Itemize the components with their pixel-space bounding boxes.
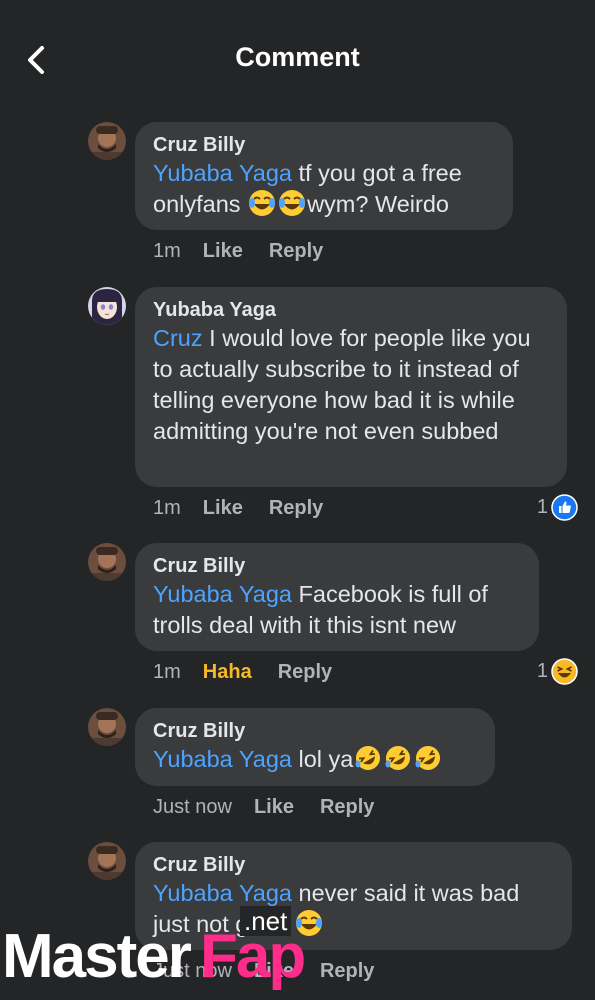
comment-actions: 1m Haha Reply: [153, 661, 332, 684]
haha-reaction-button[interactable]: Haha: [203, 661, 252, 684]
mention-link[interactable]: Cruz: [153, 325, 203, 351]
watermark-text-master: Master: [2, 922, 192, 991]
comment-body-end: wym? Weirdo: [307, 191, 449, 217]
comment-text: Yubaba Yaga lol ya: [153, 744, 477, 775]
comment-author[interactable]: Cruz Billy: [153, 132, 495, 158]
reaction-summary[interactable]: 1: [537, 658, 578, 685]
comment-author[interactable]: Cruz Billy: [153, 718, 477, 744]
comment-bubble: Cruz Billy Yubaba Yaga Facebook is full …: [135, 543, 539, 651]
comment-time: 1m: [153, 240, 181, 262]
joy-emoji-icon: [248, 189, 276, 217]
comment-actions: Just now Like Reply: [153, 796, 374, 819]
comment-author[interactable]: Yubaba Yaga: [153, 297, 549, 323]
avatar[interactable]: [88, 122, 126, 160]
mention-link[interactable]: Yubaba Yaga: [153, 160, 292, 186]
mention-link[interactable]: Yubaba Yaga: [153, 880, 292, 906]
watermark-text-suffix: .net: [240, 906, 292, 936]
rofl-emoji-icon: [384, 744, 412, 772]
comment-actions: 1m Like Reply: [153, 497, 323, 520]
thumbs-up-reaction-icon: [551, 494, 578, 521]
reply-button[interactable]: Reply: [269, 497, 323, 520]
like-button[interactable]: Like: [203, 240, 243, 263]
reaction-summary[interactable]: 1: [537, 494, 578, 521]
like-button[interactable]: Like: [254, 796, 294, 819]
watermark-logo: Master Fap .net: [0, 906, 330, 992]
comment-bubble: Cruz Billy Yubaba Yaga tf you got a free…: [135, 122, 513, 230]
reply-button[interactable]: Reply: [320, 796, 374, 819]
haha-reaction-icon: [551, 658, 578, 685]
avatar[interactable]: [88, 543, 126, 581]
like-button[interactable]: Like: [203, 497, 243, 520]
avatar[interactable]: [88, 842, 126, 880]
avatar[interactable]: [88, 287, 126, 325]
reaction-count: 1: [536, 660, 548, 682]
comment-text: Yubaba Yaga Facebook is full of trolls d…: [153, 579, 521, 641]
mention-link[interactable]: Yubaba Yaga: [153, 581, 292, 607]
reply-button[interactable]: Reply: [278, 661, 332, 684]
comment-time: 1m: [153, 661, 181, 683]
comment-time: Just now: [153, 796, 232, 818]
comment-body: lol ya: [291, 746, 354, 772]
comment-bubble: Yubaba Yaga Cruz I would love for people…: [135, 287, 567, 487]
comment-actions: 1m Like Reply: [153, 240, 323, 263]
joy-emoji-icon: [278, 189, 306, 217]
page-title: Comment: [235, 42, 360, 72]
avatar[interactable]: [88, 708, 126, 746]
header: Comment: [0, 0, 595, 120]
mention-link[interactable]: Yubaba Yaga: [153, 746, 292, 772]
comment-body: I would love for people like you to actu…: [153, 325, 531, 444]
rofl-emoji-icon: [414, 744, 442, 772]
comment-text: Cruz I would love for people like you to…: [153, 323, 549, 447]
comment-text: Yubaba Yaga tf you got a free onlyfans w…: [153, 158, 495, 220]
comment-time: 1m: [153, 497, 181, 519]
comment-bubble: Cruz Billy Yubaba Yaga lol ya: [135, 708, 495, 786]
comment-author[interactable]: Cruz Billy: [153, 852, 554, 878]
comment-author[interactable]: Cruz Billy: [153, 553, 521, 579]
rofl-emoji-icon: [354, 744, 382, 772]
reply-button[interactable]: Reply: [269, 240, 323, 263]
reaction-count: 1: [536, 496, 548, 518]
